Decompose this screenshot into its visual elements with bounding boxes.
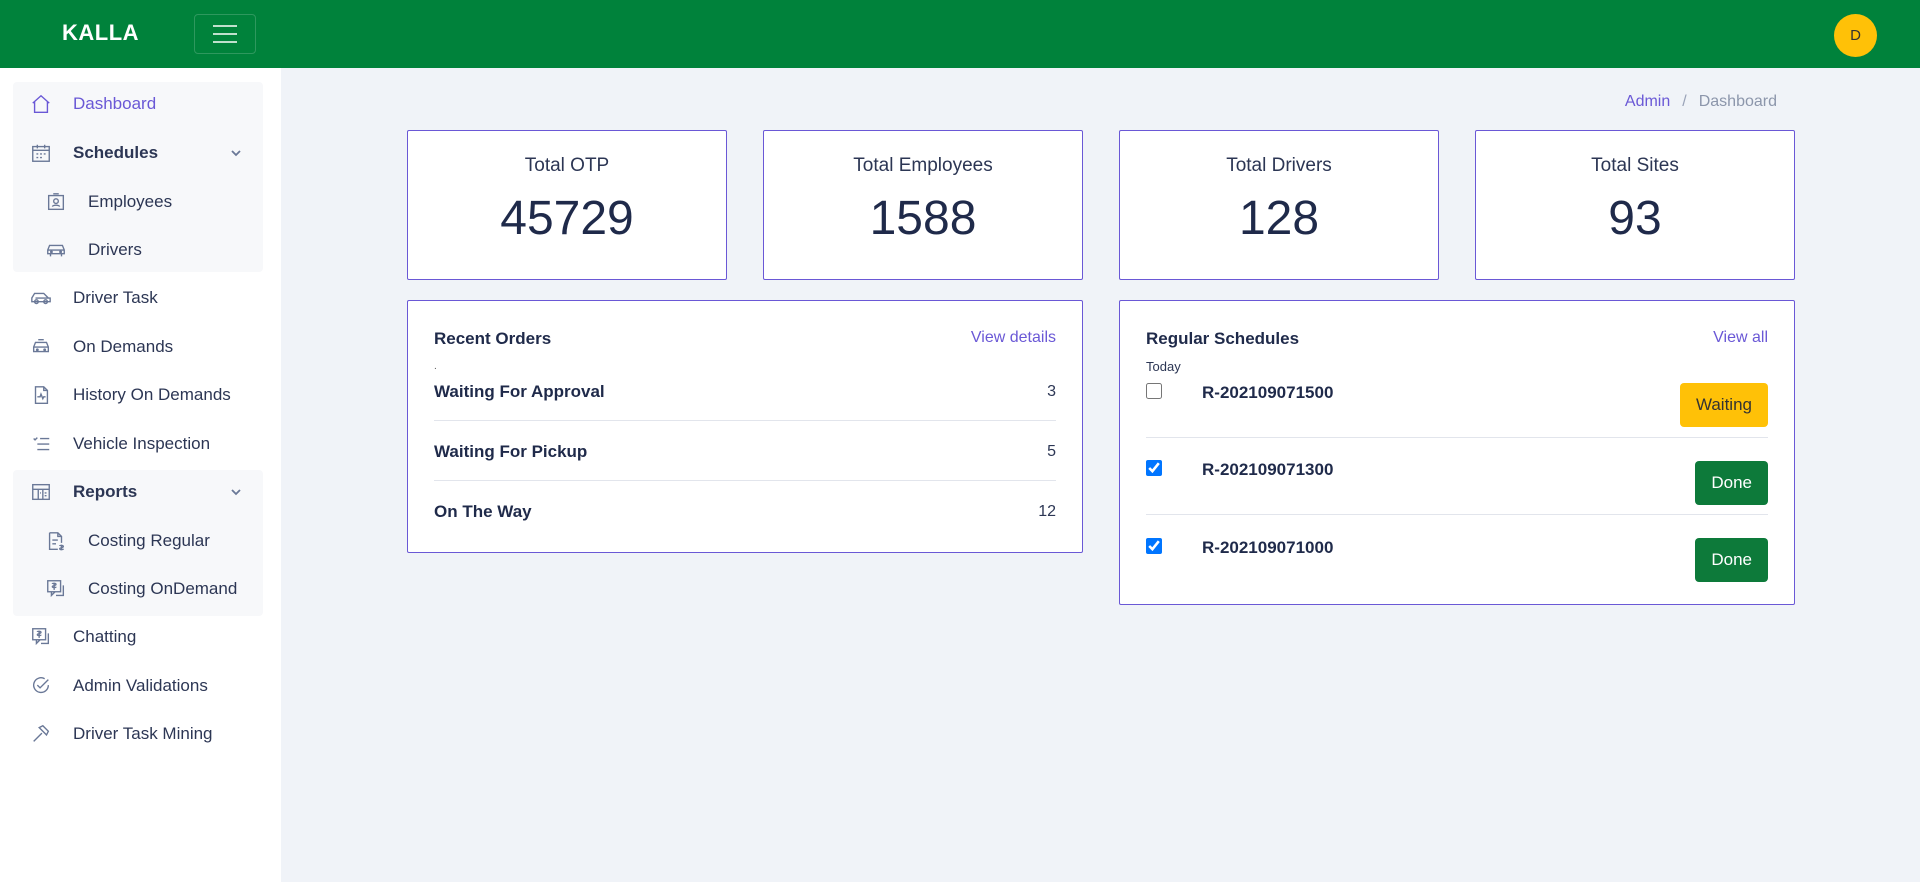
car-side-icon [31,292,51,305]
sidebar-item-label: Employees [88,192,173,211]
view-details-link[interactable]: View details [971,329,1056,347]
chevron-down-icon [231,150,241,157]
regular-schedules-title: Regular Schedules [1146,329,1300,348]
schedule-code: R-202109071300 [1202,460,1334,479]
order-row[interactable]: Waiting For Pickup 5 [434,422,1056,482]
stat-value: 128 [1238,192,1320,245]
sidebar-item-label: Admin Validations [73,676,208,695]
done-status-button[interactable]: Done [1695,538,1768,582]
top-navbar: KALLA D [0,0,1920,68]
order-row[interactable]: Waiting For Approval 3 [434,362,1056,422]
id-badge-icon [47,193,65,211]
sidebar-item-driver-task-mining[interactable]: Driver Task Mining [13,712,263,756]
stat-label: Total Sites [1591,155,1679,176]
stat-card-total-sites: Total Sites 93 [1475,130,1795,280]
stat-value: 93 [1608,192,1662,245]
car-icon [47,244,65,257]
sidebar-item-on-demands[interactable]: On Demands [13,325,263,369]
sidebar-item-label: History On Demands [73,385,231,404]
breadcrumb-admin[interactable]: Admin [1625,93,1670,111]
order-status-count: 3 [1047,383,1056,400]
sidebar-item-admin-validations[interactable]: Admin Validations [13,664,263,708]
sidebar-item-label: Costing OnDemand [88,579,238,598]
report-table-icon [32,483,50,501]
view-all-link[interactable]: View all [1713,329,1768,347]
chevron-down-icon [231,489,241,496]
breadcrumb: Admin / Dashboard [1625,93,1777,111]
invoice-dollar-icon [48,532,65,551]
recent-orders-panel: Recent Orders View details . Waiting For… [407,300,1083,553]
sidebar-item-costing-ondemand[interactable]: Costing OnDemand [13,567,263,611]
stat-value: 45729 [500,192,634,245]
done-status-button[interactable]: Done [1695,461,1768,505]
divider [1146,437,1768,438]
schedule-row: R-202109071000 Done [1146,535,1768,595]
breadcrumb-current: Dashboard [1698,93,1777,110]
sidebar-item-vehicle-inspection[interactable]: Vehicle Inspection [13,422,263,466]
stat-card-total-employees: Total Employees 1588 [763,130,1083,280]
stat-card-total-otp: Total OTP 45729 [407,130,727,280]
order-status-name: Waiting For Approval [434,382,605,401]
user-avatar[interactable]: D [1834,14,1877,57]
calendar-icon [32,144,50,162]
sidebar-item-label: Drivers [88,240,142,259]
chat-money-icon [32,628,50,646]
sidebar-item-costing-regular[interactable]: Costing Regular [13,519,263,563]
today-label: Today [1146,359,1181,374]
schedule-row: R-202109071300 Done [1146,457,1768,517]
sidebar-item-drivers[interactable]: Drivers [13,228,263,272]
order-status-count: 5 [1047,443,1056,460]
regular-schedules-panel: Regular Schedules View all Today R-20210… [1119,300,1795,605]
stat-label: Total Employees [853,155,993,176]
sidebar-item-label: Reports [73,482,138,501]
breadcrumb-separator: / [1682,93,1687,110]
stat-label: Total Drivers [1226,155,1332,176]
sidebar-item-label: Costing Regular [88,531,210,550]
chat-dollar-icon [47,580,65,598]
hammer-icon [33,724,50,742]
home-icon [32,94,50,113]
schedule-code: R-202109071500 [1202,383,1334,402]
sidebar-item-label: Vehicle Inspection [73,434,211,453]
schedule-row: R-202109071500 Waiting [1146,379,1768,439]
list-check-icon [33,437,50,451]
sidebar-item-employees[interactable]: Employees [13,180,263,224]
check-circle-icon [32,677,50,694]
taxi-icon [32,338,50,353]
sidebar-item-history-on-demands[interactable]: History On Demands [13,373,263,417]
sidebar-item-label: On Demands [73,337,174,356]
brand-logo[interactable]: KALLA [62,20,139,46]
sidebar-item-label: Schedules [73,143,159,162]
order-status-name: Waiting For Pickup [434,442,588,461]
file-activity-icon [34,386,49,404]
sidebar-item-label: Chatting [73,627,137,646]
hamburger-icon [213,25,237,43]
order-status-count: 12 [1038,503,1056,520]
sidebar-item-reports[interactable]: Reports [13,470,263,514]
menu-toggle-button[interactable] [194,14,256,54]
stat-value: 1588 [869,192,977,245]
stat-card-total-drivers: Total Drivers 128 [1119,130,1439,280]
waiting-status-button[interactable]: Waiting [1679,383,1768,427]
divider [434,480,1056,481]
schedule-code: R-202109071000 [1202,538,1334,557]
sidebar-item-schedules[interactable]: Schedules [13,131,263,175]
sidebar-item-label: Driver Task [73,288,158,307]
sidebar-item-label: Driver Task Mining [73,724,213,743]
schedule-checkbox[interactable] [1146,538,1162,554]
stat-label: Total OTP [524,155,610,176]
recent-orders-title: Recent Orders [434,329,552,348]
order-status-name: On The Way [434,502,532,521]
sidebar-item-dashboard[interactable]: Dashboard [13,82,263,126]
sidebar-item-label: Dashboard [73,94,157,113]
sidebar-item-driver-task[interactable]: Driver Task [13,276,263,320]
divider [1146,514,1768,515]
schedule-checkbox[interactable] [1146,460,1162,476]
order-row[interactable]: On The Way 12 [434,482,1056,542]
sidebar: Dashboard Schedules Employees Drivers Dr… [0,68,281,882]
sidebar-item-chatting[interactable]: Chatting [13,615,263,659]
divider [434,420,1056,421]
schedule-checkbox[interactable] [1146,383,1162,399]
